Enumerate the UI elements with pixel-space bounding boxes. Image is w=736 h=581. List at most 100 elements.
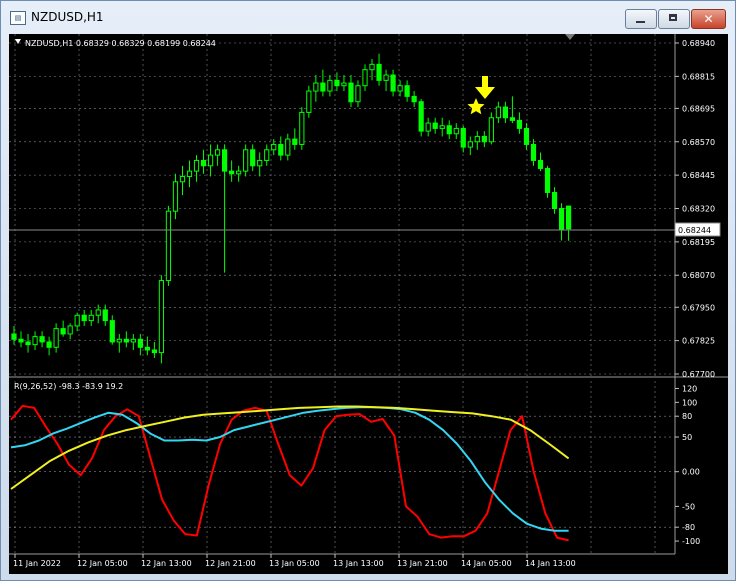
- candle-body-bull: [165, 210, 172, 282]
- candle-body-bear: [292, 138, 298, 145]
- candle-body-bear: [558, 208, 565, 231]
- candle-body-bear: [334, 79, 340, 87]
- candle-body-bull: [179, 175, 186, 183]
- candle-body-bull: [271, 143, 277, 151]
- candle-body-bull: [488, 117, 494, 143]
- candle-body-bear: [25, 341, 31, 346]
- candle-body-bear: [137, 338, 143, 348]
- price-tick-label: 0.68445: [682, 171, 715, 180]
- candle-body-bear: [432, 122, 438, 129]
- price-tick-label: 0.67825: [682, 337, 715, 346]
- candle-body-bull: [327, 79, 333, 92]
- candle-body-bear: [551, 191, 558, 209]
- candle-body-bull: [193, 159, 200, 172]
- candle-body-bull: [362, 69, 368, 87]
- candle-body-bear: [18, 338, 24, 343]
- candle-body-bear: [151, 349, 158, 354]
- candle-body-bear: [418, 101, 424, 132]
- current-price-label: 0.68244: [678, 226, 711, 235]
- maximize-icon: [669, 14, 677, 21]
- price-tick-label: 0.67700: [682, 370, 715, 379]
- candle-body-bear: [411, 95, 417, 103]
- candle-body-bear: [39, 336, 45, 343]
- time-tick-label: 13 Jan 05:00: [269, 559, 320, 568]
- candle-body-bull: [67, 325, 73, 335]
- candle-body-bull: [116, 338, 122, 343]
- candle-body-bear: [250, 149, 256, 167]
- indicator-tick-label: 120: [682, 384, 697, 393]
- chart-window: ▤ NZDUSD,H1 ✕ 0.68244 NZDUSD,H1 0.68329 …: [0, 0, 736, 581]
- indicator-tick-label: 0.00: [682, 468, 700, 477]
- candle-body-bull: [285, 138, 291, 156]
- candle-body-bull: [341, 82, 347, 87]
- candle-body-bear: [404, 85, 410, 97]
- candle-body-bear: [537, 159, 544, 169]
- candle-body-bull: [453, 127, 459, 135]
- candle-body-bear: [200, 159, 207, 167]
- candle-body-bull: [172, 181, 179, 212]
- candle-body-bear: [544, 167, 551, 193]
- candle-body-bull: [186, 170, 193, 177]
- candle-body-bear: [502, 106, 508, 119]
- candle-body-bull: [158, 280, 165, 354]
- candle-body-bear: [348, 82, 354, 103]
- indicator-tick-label: 80: [682, 412, 692, 421]
- candle-body-bear: [481, 135, 487, 143]
- candle-body-bear: [320, 82, 326, 92]
- candle: [299, 107, 305, 150]
- time-tick-label: 14 Jan 05:00: [461, 559, 512, 568]
- indicator-tick-label: 50: [682, 433, 692, 442]
- candle-body-bull: [32, 336, 38, 346]
- candle-body-bear: [109, 320, 115, 343]
- chart-window-icon: ▤: [10, 11, 26, 25]
- maximize-button[interactable]: [658, 9, 690, 29]
- candle-body-bear: [516, 119, 523, 129]
- candle-body-bear: [229, 170, 235, 175]
- price-tick-label: 0.68320: [682, 205, 715, 214]
- price-tick-label: 0.68695: [682, 104, 715, 113]
- indicator-tick-label: -100: [682, 537, 700, 546]
- candle-body-bull: [243, 149, 249, 172]
- candle-body-bear: [11, 333, 17, 340]
- time-tick-label: 11 Jan 2022: [13, 559, 61, 568]
- minimize-button[interactable]: [625, 9, 657, 29]
- candle-body-bull: [495, 106, 501, 119]
- candle-body-bear: [460, 127, 466, 148]
- candle-body-bull: [425, 122, 431, 132]
- candle-body-bear: [446, 125, 452, 135]
- candle: [418, 99, 424, 137]
- candle-body-bear: [123, 338, 129, 343]
- candle-body-bull: [299, 111, 305, 145]
- candle-body-bull: [257, 159, 263, 167]
- candle-body-bull: [313, 82, 319, 92]
- candle-body-bear: [509, 117, 516, 121]
- indicator-tick-label: -80: [682, 523, 695, 532]
- candle-body-bear: [278, 143, 284, 156]
- candle-body-bull: [236, 170, 242, 175]
- price-tick-label: 0.68570: [682, 138, 715, 147]
- title-bar[interactable]: ▤ NZDUSD,H1 ✕: [1, 1, 735, 35]
- candle-body-bull: [74, 314, 80, 327]
- time-tick-label: 12 Jan 21:00: [205, 559, 256, 568]
- chart-area[interactable]: 0.68244 NZDUSD,H1 0.68329 0.68329 0.6819…: [9, 34, 728, 574]
- time-tick-label: 12 Jan 13:00: [141, 559, 192, 568]
- price-tick-label: 0.67950: [682, 303, 715, 312]
- price-tick-label: 0.68940: [682, 39, 715, 48]
- indicator-label: R(9,26,52) -98.3 -83.9 19.2: [14, 382, 123, 391]
- candle-body-bear: [46, 341, 52, 348]
- chart-canvas[interactable]: 0.68244 NZDUSD,H1 0.68329 0.68329 0.6819…: [9, 34, 728, 574]
- candle-body-bull: [207, 154, 214, 167]
- close-button[interactable]: ✕: [691, 9, 726, 29]
- time-tick-label: 14 Jan 13:00: [525, 559, 576, 568]
- candle-body-bull: [88, 314, 94, 322]
- candle-body-bear: [102, 309, 108, 322]
- candle-body-bull: [53, 328, 59, 348]
- candle-body-bull: [264, 149, 270, 161]
- price-tick-label: 0.68815: [682, 72, 715, 81]
- candle-body-bear: [376, 63, 382, 81]
- candle-body-bull: [214, 149, 221, 156]
- candle-body-bull: [467, 141, 473, 148]
- candle-body-bull: [369, 63, 375, 71]
- chart-background: [9, 34, 728, 574]
- candle-body-bear: [390, 74, 396, 92]
